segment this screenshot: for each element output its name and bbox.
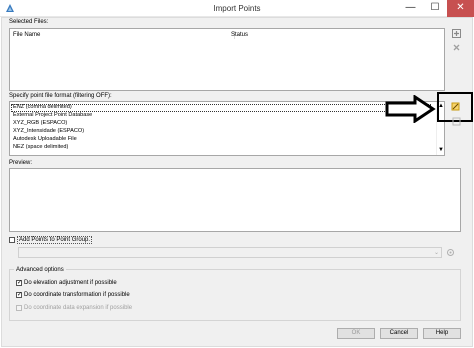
point-group-dropdown[interactable]: ⌄	[18, 247, 442, 258]
list-item[interactable]: NEZ (space delimited)	[11, 144, 431, 152]
cancel-button[interactable]: Cancel	[380, 328, 418, 339]
list-item[interactable]: ENZ (comma delimited)	[11, 104, 431, 112]
list-item[interactable]: External Project Point Database	[11, 112, 431, 120]
close-button[interactable]: ✕	[447, 0, 474, 17]
list-item[interactable]: Autodesk Uploadable File	[11, 136, 431, 144]
coordinate-transformation-checkbox[interactable]: ✓	[16, 292, 22, 298]
advanced-options-label: Advanced options	[14, 267, 66, 273]
format-list[interactable]: ENZ (comma delimited) External Project P…	[9, 101, 445, 156]
remove-file-icon[interactable]	[451, 42, 462, 53]
selected-files-label: Selected Files:	[9, 19, 49, 25]
chevron-down-icon[interactable]: ⌄	[434, 249, 439, 256]
edit-format-icon[interactable]	[451, 116, 462, 127]
ok-button[interactable]: OK	[337, 328, 375, 339]
minimize-button[interactable]: —	[398, 0, 423, 17]
elevation-adjustment-checkbox[interactable]: ✓	[16, 280, 22, 286]
annotation-arrow	[385, 95, 436, 123]
coordinate-transformation-label: Do coordinate transformation if possible	[24, 292, 130, 298]
scroll-down-icon[interactable]: ▼	[438, 147, 444, 153]
help-button[interactable]: Help	[423, 328, 461, 339]
point-group-label[interactable]: Add Points to Point Group.	[17, 236, 93, 244]
column-file-name[interactable]: File Name	[13, 32, 40, 38]
elevation-adjustment-label: Do elevation adjustment if possible	[24, 280, 117, 286]
list-item[interactable]: XYZ_RGB (ESPACO)	[11, 120, 431, 128]
coordinate-expansion-checkbox[interactable]	[16, 305, 22, 311]
manage-formats-icon[interactable]	[450, 101, 461, 112]
point-group-checkbox[interactable]	[9, 237, 15, 243]
add-files-icon[interactable]	[451, 28, 462, 39]
preview-label: Preview:	[9, 160, 33, 166]
list-item[interactable]: XYZ_Intensidade (ESPACO)	[11, 128, 431, 136]
point-group-settings-icon[interactable]	[445, 247, 456, 258]
format-label: Specify point file format (filtering OFF…	[9, 93, 112, 99]
preview-pane	[9, 168, 461, 232]
column-status[interactable]: Status	[231, 32, 248, 38]
maximize-button[interactable]: ☐	[423, 0, 447, 17]
coordinate-expansion-label: Do coordinate data expansion if possible	[24, 305, 133, 311]
selected-files-list[interactable]: File Name Status	[9, 28, 445, 91]
